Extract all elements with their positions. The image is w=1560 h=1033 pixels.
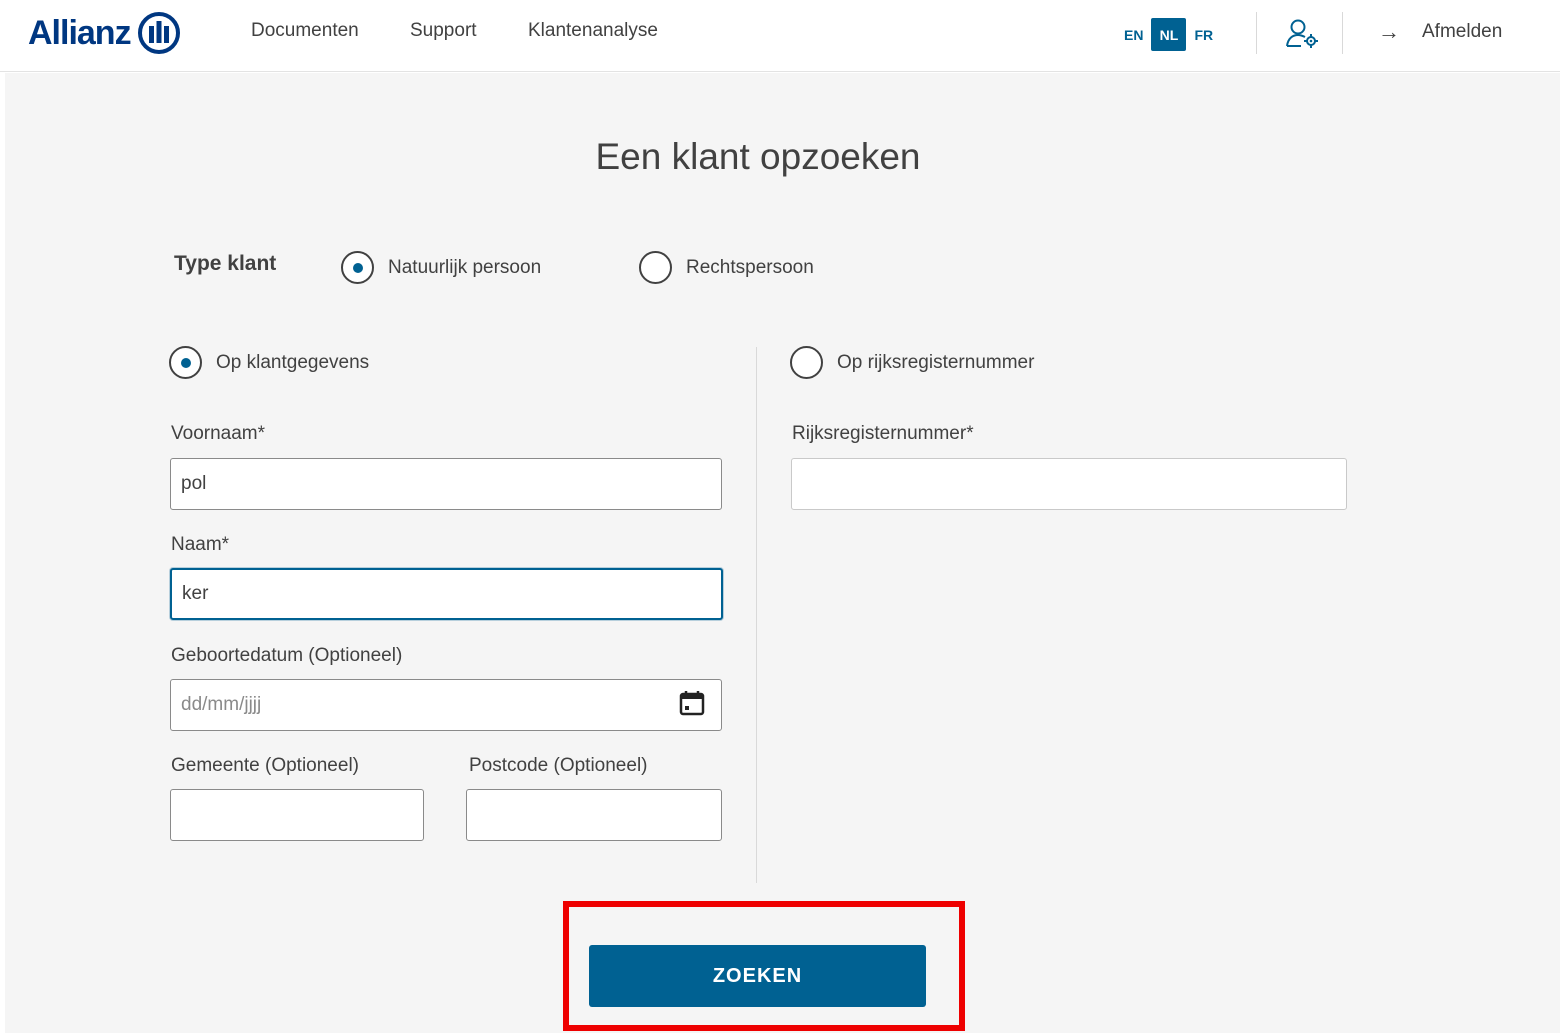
client-type-label: Type klant	[174, 252, 277, 275]
lang-nl[interactable]: NL	[1151, 18, 1187, 51]
main-panel	[5, 73, 1560, 1033]
column-divider	[756, 347, 757, 883]
postcode-label: Postcode (Optioneel)	[469, 755, 648, 776]
postcode-input[interactable]	[466, 789, 722, 841]
brand-name: Allianz	[28, 13, 132, 52]
national-number-label: Rijksregisternummer*	[792, 423, 974, 444]
calendar-icon[interactable]	[678, 689, 706, 717]
lang-fr[interactable]: FR	[1192, 27, 1215, 43]
national-number-input[interactable]	[791, 458, 1347, 510]
logout-link[interactable]: → Afmelden	[1378, 20, 1502, 44]
language-switcher: EN NL FR	[1122, 18, 1215, 51]
radio-label: Natuurlijk persoon	[388, 256, 542, 278]
top-header: Allianz Documenten Support Klantenanalys…	[0, 0, 1560, 72]
search-button[interactable]: ZOEKEN	[589, 945, 926, 1007]
firstname-input[interactable]	[170, 458, 722, 510]
radio-label: Op klantgegevens	[216, 351, 370, 373]
radio-circle-checked[interactable]	[341, 251, 374, 284]
radio-natural-person[interactable]: Natuurlijk persoon	[341, 251, 541, 284]
logout-label: Afmelden	[1422, 21, 1503, 42]
page-title: Een klant opzoeken	[595, 136, 921, 177]
radio-legal-person[interactable]: Rechtspersoon	[639, 251, 814, 284]
header-divider	[1342, 12, 1343, 54]
nav-documenten[interactable]: Documenten	[251, 20, 359, 42]
lastname-input[interactable]	[170, 568, 723, 620]
radio-circle[interactable]	[639, 251, 672, 284]
nav-support[interactable]: Support	[410, 20, 477, 42]
radio-circle-checked[interactable]	[169, 346, 202, 379]
radio-label: Op rijksregisternummer	[837, 351, 1035, 373]
birthdate-label: Geboortedatum (Optioneel)	[171, 645, 403, 666]
municipality-input[interactable]	[170, 789, 424, 841]
radio-by-national-number[interactable]: Op rijksregisternummer	[790, 346, 1034, 379]
arrow-right-icon: →	[1378, 19, 1400, 44]
user-settings-icon[interactable]	[1285, 18, 1321, 50]
firstname-label: Voornaam*	[171, 423, 266, 444]
lastname-label: Naam*	[171, 534, 230, 555]
lang-en[interactable]: EN	[1122, 27, 1145, 43]
municipality-label: Gemeente (Optioneel)	[171, 755, 359, 776]
birthdate-input[interactable]	[170, 679, 722, 731]
nav-klantenanalyse[interactable]: Klantenanalyse	[528, 20, 658, 42]
allianz-logo[interactable]: Allianz	[28, 10, 181, 56]
radio-circle[interactable]	[790, 346, 823, 379]
radio-label: Rechtspersoon	[686, 256, 814, 278]
header-divider	[1256, 12, 1257, 54]
allianz-eagle-icon	[137, 12, 180, 54]
radio-by-client-data[interactable]: Op klantgegevens	[169, 346, 369, 379]
